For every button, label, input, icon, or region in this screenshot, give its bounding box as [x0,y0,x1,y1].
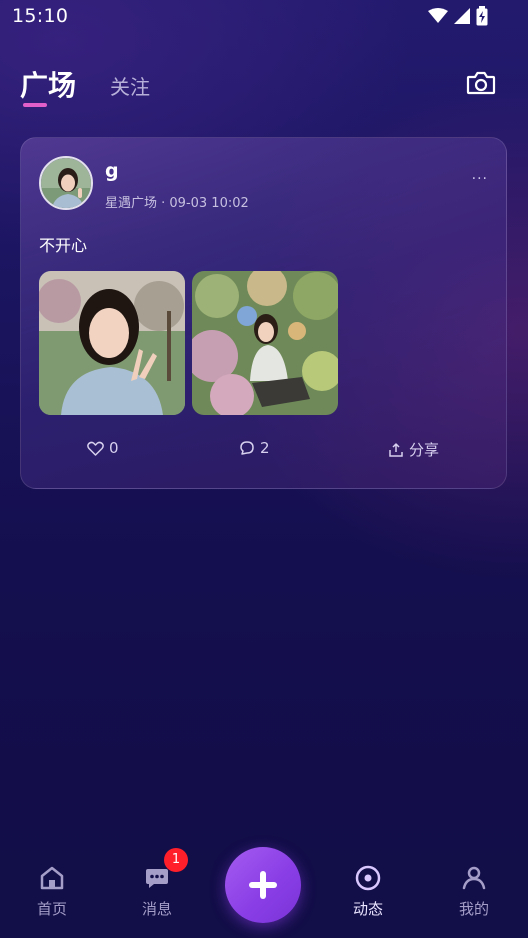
signal-icon [454,8,470,24]
nav-home[interactable]: 首页 [12,846,92,919]
avatar[interactable] [39,156,93,210]
status-bar: 15:10 [0,0,528,34]
status-time: 15:10 [12,5,69,27]
circle-dot-icon [355,865,381,891]
camera-icon [466,71,496,95]
add-post-button[interactable] [225,847,301,923]
status-icons [428,6,488,26]
message-badge: 1 [164,848,188,872]
share-label: 分享 [409,441,440,459]
post-photo-image [192,271,338,415]
nav-mine-label: 我的 [458,900,489,918]
nav-messages-label: 消息 [141,900,172,918]
nav-feed-label: 动态 [352,900,383,918]
share-button[interactable]: 分享 [388,439,439,460]
home-icon [40,866,64,890]
wifi-icon [428,8,448,23]
post-text: 不开心 [39,236,88,255]
like-button[interactable]: 0 [87,439,119,457]
post-username[interactable]: g [105,160,119,182]
more-options-button[interactable]: ··· [472,171,488,187]
comment-count: 2 [260,439,270,457]
post-photo[interactable] [192,271,338,415]
share-icon [389,442,403,457]
battery-icon [476,6,488,26]
like-count: 0 [109,439,119,457]
post-meta: 星遇广场 · 09-03 10:02 [105,196,249,211]
tab-plaza[interactable]: 广场 [20,64,76,104]
comment-button[interactable]: 2 [239,439,270,457]
nav-feed[interactable]: 动态 [328,846,408,919]
nav-home-label: 首页 [36,900,67,918]
post-photo-image [39,271,185,415]
person-icon [462,866,486,890]
heart-icon [87,441,104,456]
avatar-photo [41,158,91,208]
tab-follow[interactable]: 关注 [110,71,150,100]
post-photo[interactable] [39,271,185,415]
camera-button[interactable] [466,70,498,98]
comment-icon [240,441,254,455]
nav-mine[interactable]: 我的 [434,846,514,919]
post-card[interactable]: g 星遇广场 · 09-03 10:02 ··· 不开心 0 2 分享 [20,137,507,489]
tab-active-indicator [23,103,47,107]
